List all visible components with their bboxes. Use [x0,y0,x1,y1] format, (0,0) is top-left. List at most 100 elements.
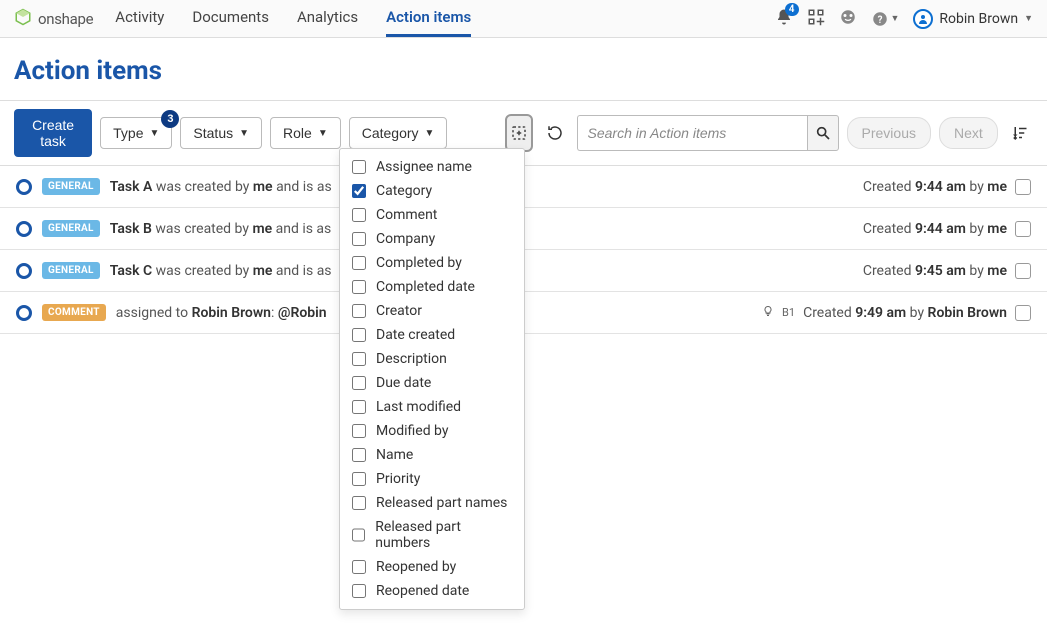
filter-type[interactable]: Type▼3 [100,117,172,149]
notifications-button[interactable]: 4 [775,8,793,30]
dropdown-label: Released part names [376,495,507,511]
dropdown-checkbox[interactable] [352,560,366,574]
row-meta: Created 9:45 am by me [863,263,1031,279]
row-meta: Created 9:44 am by me [863,179,1031,195]
nav-tabs: Activity Documents Analytics Action items [115,0,471,37]
next-button[interactable]: Next [939,117,998,149]
filter-label: Type [113,125,143,141]
search-button[interactable] [807,115,839,151]
nav-tab-documents[interactable]: Documents [192,0,269,37]
avatar-icon [913,9,933,29]
svg-text:?: ? [877,14,882,25]
dropdown-label: Modified by [376,423,448,439]
tag-badge: GENERAL [42,262,100,279]
row-checkbox[interactable] [1015,263,1031,279]
dropdown-item[interactable]: Date created [340,323,524,347]
nav-tab-activity[interactable]: Activity [115,0,164,37]
dropdown-item[interactable]: Modified by [340,419,524,443]
tag-badge: COMMENT [42,304,106,321]
logo-text: onshape [38,10,93,28]
previous-button[interactable]: Previous [847,117,931,149]
dropdown-checkbox[interactable] [352,328,366,342]
dropdown-checkbox[interactable] [352,184,366,198]
dropdown-label: Creator [376,303,422,319]
dropdown-item[interactable]: Category [340,179,524,203]
filter-label: Category [362,125,419,141]
row-text: Task C was created by me and is as [110,263,332,279]
caret-down-icon: ▼ [239,128,249,139]
dropdown-label: Name [376,447,413,463]
row-radio[interactable] [16,305,32,321]
dropdown-label: Category [376,183,432,199]
create-task-button[interactable]: Create task [14,109,92,157]
dropdown-checkbox[interactable] [352,376,366,390]
dropdown-item[interactable]: Description [340,347,524,371]
created-text: Created 9:44 am by me [863,221,1007,237]
dropdown-label: Description [376,351,447,367]
dropdown-label: Released part numbers [375,519,512,551]
dropdown-label: Due date [376,375,431,391]
tag-badge: GENERAL [42,178,100,195]
dropdown-checkbox[interactable] [352,256,366,270]
help-icon[interactable]: ? ▼ [871,10,900,28]
filter-role[interactable]: Role▼ [270,117,341,149]
dropdown-checkbox[interactable] [352,232,366,246]
learn-icon[interactable] [839,8,857,30]
dropdown-label: Reopened by [376,559,456,575]
dropdown-checkbox[interactable] [352,304,366,318]
row-checkbox[interactable] [1015,221,1031,237]
filter-category[interactable]: Category▼ [349,117,448,149]
dropdown-item[interactable]: Reopened by [340,555,524,579]
topnav-right: 4 ? ▼ Robin Brown ▼ [775,8,1034,30]
user-menu[interactable]: Robin Brown ▼ [913,9,1033,29]
row-radio[interactable] [16,179,32,195]
dropdown-checkbox[interactable] [352,160,366,174]
refresh-button[interactable] [541,114,568,152]
dropdown-item[interactable]: Comment [340,203,524,227]
dropdown-item[interactable]: Last modified [340,395,524,419]
dropdown-item[interactable]: Assignee name [340,155,524,179]
dropdown-checkbox[interactable] [352,448,366,462]
select-columns-button[interactable] [505,114,533,152]
tag-badge: GENERAL [42,220,100,237]
dropdown-item[interactable]: Company [340,227,524,251]
row-text: Task B was created by me and is as [110,221,332,237]
dropdown-checkbox[interactable] [352,400,366,414]
dropdown-label: Reopened date [376,583,469,599]
dropdown-item[interactable]: Released part numbers [340,515,524,555]
filter-status[interactable]: Status▼ [180,117,262,149]
logo[interactable]: onshape [14,8,93,30]
row-radio[interactable] [16,221,32,237]
nav-tab-analytics[interactable]: Analytics [297,0,358,37]
dropdown-checkbox[interactable] [352,472,366,486]
dropdown-checkbox[interactable] [352,424,366,438]
nav-tab-action-items[interactable]: Action items [386,0,471,37]
dropdown-checkbox[interactable] [352,584,366,598]
caret-down-icon: ▼ [150,128,160,139]
search-input[interactable] [577,115,807,151]
dropdown-checkbox[interactable] [352,208,366,222]
dropdown-item[interactable]: Reopened date [340,579,524,603]
dropdown-checkbox[interactable] [352,280,366,294]
apps-icon[interactable] [807,8,825,30]
dropdown-item[interactable]: Completed by [340,251,524,275]
dropdown-checkbox[interactable] [352,352,366,366]
dropdown-item[interactable]: Priority [340,467,524,491]
dropdown-item[interactable]: Due date [340,371,524,395]
row-checkbox[interactable] [1015,305,1031,321]
row-checkbox[interactable] [1015,179,1031,195]
dropdown-checkbox[interactable] [352,528,365,542]
dropdown-item[interactable]: Name [340,443,524,467]
dropdown-item[interactable]: Creator [340,299,524,323]
created-text: Created 9:45 am by me [863,263,1007,279]
notif-badge: 4 [785,3,799,16]
row-radio[interactable] [16,263,32,279]
dropdown-label: Assignee name [376,159,472,175]
dropdown-label: Last modified [376,399,461,415]
filter-label: Role [283,125,312,141]
sort-button[interactable] [1006,114,1033,152]
dropdown-checkbox[interactable] [352,496,366,510]
dropdown-label: Company [376,231,435,247]
dropdown-item[interactable]: Completed date [340,275,524,299]
dropdown-item[interactable]: Released part names [340,491,524,515]
